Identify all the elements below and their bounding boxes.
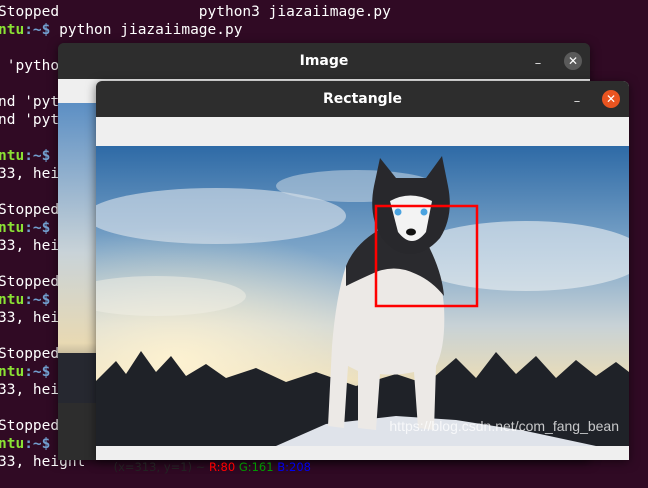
terminal-line: Stopped — [0, 273, 59, 291]
terminal-text: Stopped — [0, 274, 60, 290]
prompt-user: ntu — [0, 364, 25, 380]
terminal-text: Stopped — [0, 202, 60, 218]
terminal-text: 33, hei — [0, 310, 60, 326]
status-blue-value: B:208 — [277, 460, 311, 474]
image-window-photo — [58, 103, 98, 403]
rectangle-window[interactable]: Rectangle – ✕ https://blog.csdn.net/com_… — [96, 81, 629, 474]
minimize-icon[interactable]: – — [531, 55, 545, 70]
close-icon[interactable]: ✕ — [602, 90, 620, 108]
status-red-value: R:80 — [209, 460, 236, 474]
watermark-text: https://blog.csdn.net/com_fang_bean — [389, 418, 619, 434]
terminal-line: 33, hei — [0, 165, 59, 183]
terminal-text: python3 jiazaiimage.py — [59, 4, 391, 20]
terminal-text: Stopped — [0, 4, 60, 20]
terminal-text: Stopped — [0, 418, 60, 434]
prompt-path: :~$ — [24, 292, 51, 308]
rectangle-window-titlebar[interactable]: Rectangle — [96, 81, 629, 117]
prompt-user: ntu — [0, 220, 25, 236]
terminal-line: nd 'pyt — [0, 93, 59, 111]
close-icon[interactable]: ✕ — [564, 52, 582, 70]
prompt-user: ntu — [0, 436, 25, 452]
terminal-line: 33, hei — [0, 237, 59, 255]
terminal-text: 'pytho — [0, 58, 60, 74]
terminal-text: 33, hei — [0, 382, 60, 398]
minimize-icon[interactable]: – — [570, 93, 584, 108]
terminal-line: ntu:~$ — [0, 363, 50, 381]
terminal-line: ntu:~$ — [0, 219, 50, 237]
terminal-line: ntu:~$ — [0, 147, 50, 165]
terminal-text: nd 'pyt — [0, 112, 60, 128]
rectangle-window-toolbar — [96, 117, 629, 146]
prompt-path: :~$ — [24, 148, 51, 164]
terminal-line: 33, hei — [0, 309, 59, 327]
terminal-line: Stopped python3 jiazaiimage.py — [0, 3, 391, 21]
terminal-text: nd 'pyt — [0, 94, 60, 110]
terminal-text: Stopped — [0, 346, 60, 362]
prompt-path: :~$ — [24, 220, 51, 236]
terminal-text: python jiazaiimage.py — [50, 22, 243, 38]
image-window-title: Image — [299, 53, 349, 69]
prompt-user: ntu — [0, 22, 25, 38]
prompt-path: :~$ — [24, 436, 51, 452]
terminal-text: 33, hei — [0, 238, 60, 254]
terminal-line: Stopped — [0, 201, 59, 219]
prompt-path: :~$ — [24, 364, 51, 380]
prompt-path: :~$ — [24, 22, 51, 38]
terminal-line: ntu:~$ — [0, 291, 50, 309]
prompt-user: ntu — [0, 292, 25, 308]
husky-photo: https://blog.csdn.net/com_fang_bean — [96, 146, 629, 446]
terminal-line: nd 'pyt — [0, 111, 59, 129]
image-window-titlebar[interactable]: Image — [58, 43, 590, 79]
status-green-value: G:161 — [238, 460, 274, 474]
terminal-line: Stopped — [0, 417, 59, 435]
terminal-line: Stopped — [0, 345, 59, 363]
terminal-text: 33, hei — [0, 166, 60, 182]
terminal-line: 33, hei — [0, 381, 59, 399]
cursor-coordinates: (x=313, y=1) ~ — [113, 460, 210, 474]
prompt-user: ntu — [0, 148, 25, 164]
pixel-status-bar: (x=313, y=1) ~ R:80 G:161 B:208 — [96, 446, 629, 474]
terminal-line: 'pytho — [0, 57, 59, 75]
terminal-line: ntu:~$ python jiazaiimage.py — [0, 21, 242, 39]
rectangle-window-title: Rectangle — [323, 91, 402, 107]
